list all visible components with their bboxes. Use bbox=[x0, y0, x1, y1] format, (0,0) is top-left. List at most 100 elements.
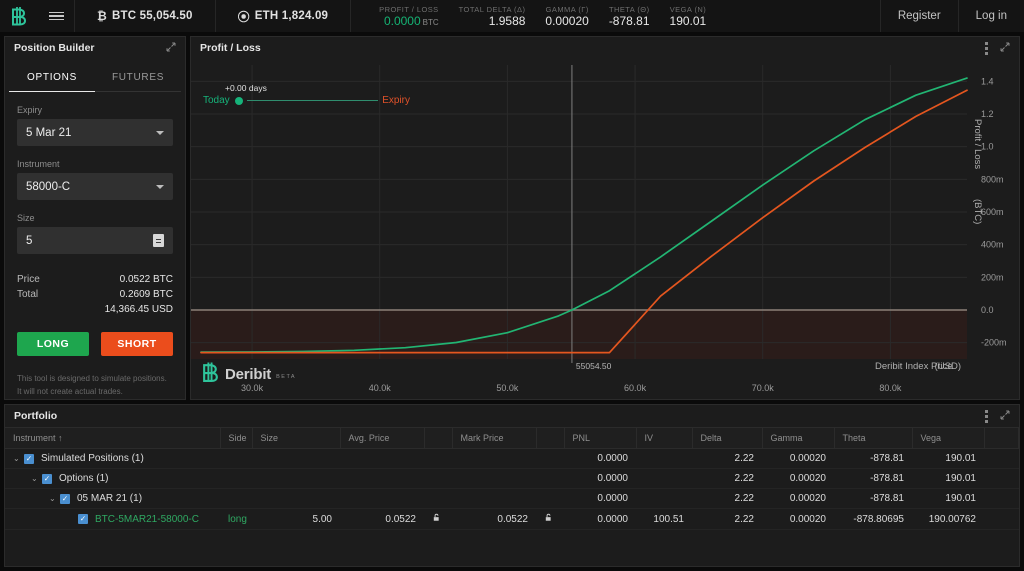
avg-price-cell: 0.0522 bbox=[340, 509, 424, 530]
pnl-cell: 0.0000 bbox=[564, 509, 636, 530]
instrument-select[interactable]: 58000-C bbox=[17, 173, 173, 200]
svg-text:Profit / Loss: Profit / Loss bbox=[972, 119, 983, 169]
register-button[interactable]: Register bbox=[880, 0, 958, 32]
expand-icon[interactable] bbox=[1000, 410, 1010, 423]
col-header-blank[interactable] bbox=[984, 428, 1019, 449]
table-row[interactable]: ⌄Simulated Positions (1)0.00002.220.0002… bbox=[5, 449, 1019, 469]
row-checkbox[interactable] bbox=[24, 454, 34, 464]
theta-cell: -878.81 bbox=[834, 469, 912, 489]
quantity-stepper-icon[interactable] bbox=[153, 234, 164, 247]
eth-symbol-icon: ⦿ bbox=[238, 8, 250, 25]
trade-actions: LONG SHORT bbox=[5, 332, 185, 356]
panel-title: Position Builder bbox=[14, 42, 95, 54]
expand-chevron-icon[interactable]: ⌄ bbox=[13, 454, 24, 463]
expand-chevron-icon[interactable]: ⌄ bbox=[49, 494, 60, 503]
gamma-cell: 0.00020 bbox=[762, 449, 834, 469]
greek-0: PROFIT / LOSS0.0000BTC bbox=[369, 4, 448, 29]
long-button[interactable]: LONG bbox=[17, 332, 89, 356]
col-header-iv[interactable]: IV bbox=[636, 428, 692, 449]
deribit-logo[interactable] bbox=[0, 0, 38, 32]
col-header-gamma[interactable]: Gamma bbox=[762, 428, 834, 449]
size-field: Size 5 bbox=[5, 213, 185, 254]
chart-header: Profit / Loss bbox=[191, 37, 1019, 59]
btc-price-ticker[interactable]: ₿ BTC 55,054.50 bbox=[75, 0, 215, 32]
svg-text:(USD): (USD) bbox=[935, 361, 961, 372]
eth-price-ticker[interactable]: ⦿ ETH 1,824.09 bbox=[216, 0, 351, 32]
lock-icon-cell bbox=[424, 449, 452, 469]
greeks-summary: PROFIT / LOSS0.0000BTCTOTAL DELTA (Δ)1.9… bbox=[351, 0, 716, 32]
total-usd-value: 14,366.45 USD bbox=[105, 302, 173, 317]
avg-price-cell bbox=[340, 449, 424, 469]
row-checkbox[interactable] bbox=[60, 494, 70, 504]
chart-plot-area[interactable]: -200m0.0200m400m600m800m1.01.21.430.0k40… bbox=[191, 59, 1019, 399]
hamburger-menu-icon[interactable] bbox=[38, 0, 74, 32]
col-header-avg-price[interactable]: Avg. Price bbox=[340, 428, 424, 449]
greek-2: GAMMA (Γ)0.00020 bbox=[535, 4, 598, 28]
col-header-theta[interactable]: Theta bbox=[834, 428, 912, 449]
col-header-delta[interactable]: Delta bbox=[692, 428, 762, 449]
btc-price-label: BTC 55,054.50 bbox=[112, 10, 193, 22]
expiry-label: Expiry bbox=[17, 105, 173, 115]
table-row[interactable]: BTC-5MAR21-58000-Clong5.000.05220.05220.… bbox=[5, 509, 1019, 530]
slider-knob[interactable] bbox=[235, 97, 243, 105]
col-header-size[interactable]: Size bbox=[252, 428, 340, 449]
row-checkbox[interactable] bbox=[78, 514, 88, 524]
total-label: Total bbox=[17, 287, 38, 302]
side-cell: long bbox=[220, 509, 252, 530]
time-slider[interactable]: +0.00 days Today Expiry bbox=[203, 83, 410, 113]
chevron-down-icon bbox=[156, 185, 164, 189]
btc-symbol-icon: ₿ bbox=[97, 9, 107, 23]
unlock-icon bbox=[432, 513, 441, 522]
instrument-label: Instrument bbox=[17, 159, 173, 169]
slider-track[interactable] bbox=[247, 100, 379, 102]
col-header-blank[interactable] bbox=[424, 428, 452, 449]
row-spacer bbox=[984, 469, 1019, 489]
col-header-instrument[interactable]: Instrument ↑ bbox=[5, 428, 220, 449]
eth-price-label: ETH 1,824.09 bbox=[255, 10, 328, 22]
account-actions: Register Log in bbox=[880, 0, 1024, 32]
delta-cell: 2.22 bbox=[692, 469, 762, 489]
gamma-cell: 0.00020 bbox=[762, 469, 834, 489]
table-body: ⌄Simulated Positions (1) 0.0000 2.220.0002… bbox=[5, 449, 1019, 530]
svg-text:1.4: 1.4 bbox=[981, 76, 994, 86]
expiry-select[interactable]: 5 Mar 21 bbox=[17, 119, 173, 146]
panel-title: Portfolio bbox=[14, 410, 57, 422]
vega-cell: 190.01 bbox=[912, 469, 984, 489]
col-header-blank[interactable] bbox=[536, 428, 564, 449]
size-cell bbox=[252, 469, 340, 489]
row-checkbox[interactable] bbox=[42, 474, 52, 484]
portfolio-table: Instrument ↑SideSizeAvg. Price Mark Price… bbox=[5, 427, 1019, 530]
portfolio-menu-icon[interactable] bbox=[985, 410, 988, 423]
svg-text:800m: 800m bbox=[981, 174, 1004, 184]
greek-1: TOTAL DELTA (Δ)1.9588 bbox=[449, 4, 536, 28]
portfolio-header: Portfolio bbox=[5, 405, 1019, 427]
vega-cell: 190.01 bbox=[912, 449, 984, 469]
size-cell bbox=[252, 489, 340, 509]
expand-chevron-icon[interactable]: ⌄ bbox=[31, 474, 42, 483]
table-row[interactable]: ⌄05 MAR 21 (1)0.00002.220.00020-878.8119… bbox=[5, 489, 1019, 509]
svg-text:400m: 400m bbox=[981, 240, 1004, 250]
expand-icon[interactable] bbox=[1000, 42, 1010, 55]
instrument-cell: BTC-5MAR21-58000-C bbox=[5, 509, 220, 530]
theta-cell: -878.81 bbox=[834, 449, 912, 469]
login-button[interactable]: Log in bbox=[958, 0, 1024, 32]
table-row[interactable]: ⌄Options (1)0.00002.220.00020-878.81190.… bbox=[5, 469, 1019, 489]
theta-cell: -878.81 bbox=[834, 489, 912, 509]
expand-icon[interactable] bbox=[166, 42, 176, 55]
instrument-label: BTC-5MAR21-58000-C bbox=[95, 514, 199, 525]
vega-cell: 190.01 bbox=[912, 489, 984, 509]
instrument-cell: ⌄Simulated Positions (1) bbox=[5, 449, 220, 469]
col-header-mark-price[interactable]: Mark Price bbox=[452, 428, 536, 449]
col-header-pnl[interactable]: PNL bbox=[564, 428, 636, 449]
svg-text:30.0k: 30.0k bbox=[241, 383, 264, 393]
tab-futures[interactable]: FUTURES bbox=[95, 63, 181, 92]
chart-menu-icon[interactable] bbox=[985, 42, 988, 55]
short-button[interactable]: SHORT bbox=[101, 332, 173, 356]
col-header-side[interactable]: Side bbox=[220, 428, 252, 449]
tab-options[interactable]: OPTIONS bbox=[9, 63, 95, 92]
lock-icon-cell bbox=[424, 509, 452, 530]
col-header-vega[interactable]: Vega bbox=[912, 428, 984, 449]
delta-cell: 2.22 bbox=[692, 449, 762, 469]
size-input[interactable]: 5 bbox=[17, 227, 173, 254]
instrument-field: Instrument 58000-C bbox=[5, 159, 185, 200]
